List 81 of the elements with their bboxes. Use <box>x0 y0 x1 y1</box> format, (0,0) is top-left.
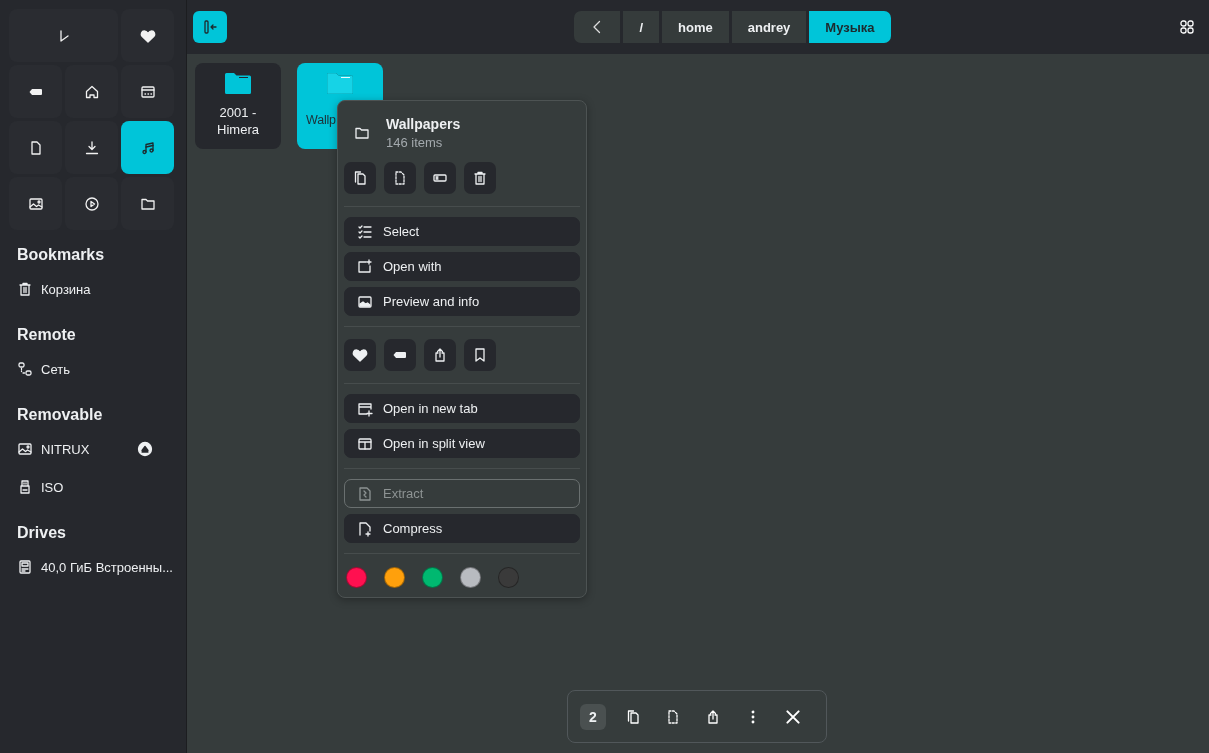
view-button[interactable] <box>1179 19 1195 35</box>
cut-button[interactable] <box>384 162 416 194</box>
place-button[interactable] <box>121 65 174 118</box>
place-button[interactable] <box>121 177 174 230</box>
sidebar-item[interactable]: ISO <box>9 468 177 506</box>
section-heading: Drives <box>16 523 67 543</box>
share-icon <box>705 708 721 725</box>
drive-icon <box>17 559 33 575</box>
trash-icon <box>17 281 33 297</box>
menu-item[interactable]: Compress <box>344 514 580 543</box>
color-swatch[interactable] <box>346 567 367 588</box>
sidebar-item[interactable]: 40,0 ГиБ Встроенны... <box>9 548 177 586</box>
copy-button[interactable] <box>344 162 376 194</box>
section-heading: Bookmarks <box>16 245 106 265</box>
place-button[interactable] <box>9 177 62 230</box>
delete-button[interactable] <box>464 162 496 194</box>
place-button[interactable] <box>65 177 118 230</box>
share-button[interactable] <box>424 339 456 371</box>
usb-icon <box>17 479 33 495</box>
place-button[interactable] <box>9 121 62 174</box>
bookmark-button[interactable] <box>464 339 496 371</box>
menu-item[interactable]: Select <box>344 217 580 246</box>
sidebar-item[interactable]: NITRUX <box>9 430 177 468</box>
item-count: 146 items <box>386 135 444 150</box>
rename-button[interactable] <box>424 162 456 194</box>
place-button[interactable] <box>121 9 174 62</box>
share-icon <box>432 347 448 363</box>
breadcrumb[interactable]: Музыка <box>809 11 891 43</box>
heart-icon <box>139 27 156 44</box>
favorite-button[interactable] <box>344 339 376 371</box>
place-button[interactable] <box>121 121 174 174</box>
network-icon <box>17 361 33 377</box>
checklist-icon <box>357 223 373 240</box>
color-swatch[interactable] <box>422 567 443 588</box>
breadcrumb[interactable]: andrey <box>731 11 807 43</box>
section-heading: Removable <box>16 405 104 425</box>
home-icon <box>83 83 100 100</box>
trash-icon <box>472 170 488 186</box>
image-icon <box>27 195 44 212</box>
bookmark-icon <box>472 347 488 363</box>
tag-button[interactable] <box>384 339 416 371</box>
extract-icon <box>357 485 373 502</box>
new-tab-icon <box>357 400 373 417</box>
folder-icon <box>225 73 251 94</box>
window-icon <box>139 83 156 100</box>
image-icon <box>17 441 33 457</box>
music-note-icon <box>139 139 156 156</box>
folder-icon <box>354 125 370 141</box>
sidebar-item[interactable]: Сеть <box>9 350 177 388</box>
section-heading: Remote <box>16 325 77 345</box>
sidebar-toggle-icon <box>202 19 218 35</box>
download-icon <box>83 139 100 156</box>
place-button[interactable] <box>9 65 62 118</box>
menu-item[interactable]: Open in split view <box>344 429 580 458</box>
play-circle-icon <box>83 195 100 212</box>
eject-icon <box>137 441 153 457</box>
image-icon <box>357 293 373 310</box>
open-with-icon <box>357 258 373 275</box>
back-button[interactable] <box>574 11 621 43</box>
grid-icon <box>1179 19 1195 35</box>
menu-item[interactable]: Open in new tab <box>344 394 580 423</box>
sidebar-item[interactable]: Корзина <box>9 270 177 308</box>
color-swatch[interactable] <box>460 567 481 588</box>
sidebar-toggle-button[interactable] <box>193 11 227 43</box>
split-view-icon <box>357 435 373 452</box>
copy-icon <box>625 708 641 725</box>
dashed-file-icon <box>392 170 408 186</box>
breadcrumb[interactable]: home <box>662 11 729 43</box>
heart-icon <box>352 347 368 363</box>
folder-icon <box>327 73 353 94</box>
close-icon <box>784 707 802 726</box>
menu-item[interactable]: Open with <box>344 252 580 281</box>
breadcrumb[interactable]: / <box>623 11 660 43</box>
copy-icon <box>352 170 368 186</box>
color-swatch[interactable] <box>384 567 405 588</box>
folder-tile[interactable]: 2001 - Himera <box>195 63 281 149</box>
compress-icon <box>357 520 373 537</box>
menu-item[interactable]: Preview and info <box>344 287 580 316</box>
dashed-file-icon <box>665 708 681 725</box>
selection-count: 2 <box>580 703 606 730</box>
menu-title: Wallpapers <box>386 116 461 132</box>
